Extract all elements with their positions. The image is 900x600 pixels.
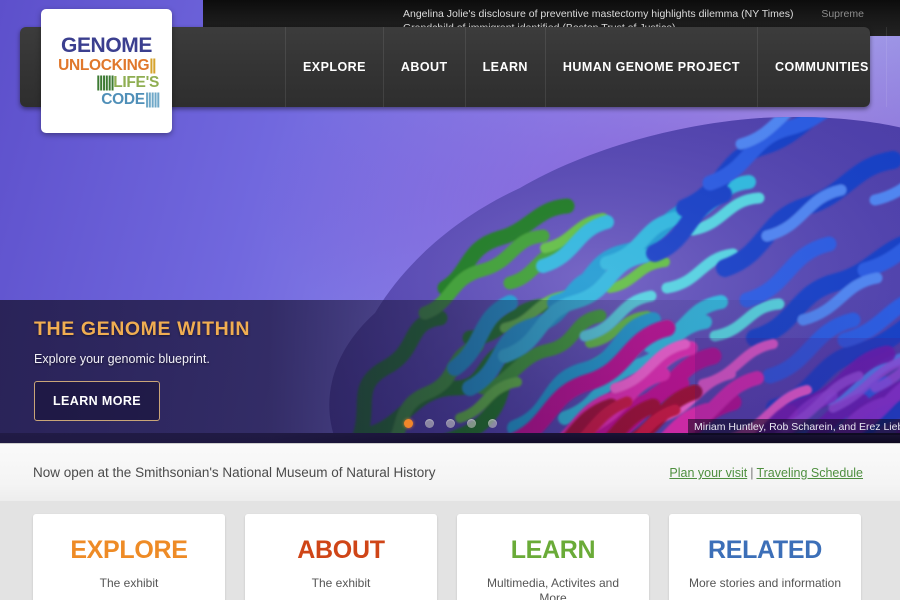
info-bar-links: Plan your visit | Traveling Schedule [669,466,863,480]
card-explore-title: EXPLORE [70,536,188,564]
page-root: THE GENOME WITHIN Explore your genomic b… [0,0,900,600]
card-related[interactable]: RELATED More stories and information [669,514,861,600]
card-learn[interactable]: LEARN Multimedia, Activites and More [457,514,649,600]
nav-item-explore[interactable]: EXPLORE [285,27,383,107]
carousel-dot-2[interactable] [424,419,434,428]
site-logo[interactable]: GENOME UNLOCKING|| ||||||LIFE'S CODE||||… [41,9,172,133]
nav-item-communities[interactable]: COMMUNITIES [756,27,886,107]
nav-item-about[interactable]: ABOUT [382,27,465,107]
nav-item-human-genome-project[interactable]: HUMAN GENOME PROJECT [544,27,757,107]
logo-bars-left-1: |||||| [96,74,115,91]
logo-line-unlocking: UNLOCKING|| [54,57,159,74]
logo-bars-right-2: ||||| [144,91,161,108]
traveling-schedule-link[interactable]: Traveling Schedule [756,466,863,480]
card-explore-subtitle: The exhibit [99,576,159,590]
logo-line-lifes: ||||||LIFE'S [54,74,159,91]
section-cards: EXPLORE The exhibit ABOUT The exhibit LE… [0,501,900,600]
image-credit: Miriam Huntley, Rob Scharein, and Erez L… [688,419,900,435]
card-learn-title: LEARN [510,536,596,564]
logo-line-code: CODE||||| [54,91,161,108]
card-related-subtitle: More stories and information [688,576,842,590]
logo-line-genome: GENOME [61,34,152,57]
carousel-dot-3[interactable] [445,419,455,428]
ticker-headline-1-next[interactable]: Supreme [821,8,864,20]
card-related-title: RELATED [707,536,823,564]
carousel-dot-4[interactable] [466,419,476,428]
search-button[interactable] [885,27,900,107]
logo-text-code: CODE [101,91,145,108]
ticker-line-1[interactable]: Angelina Jolie's disclosure of preventiv… [403,7,864,21]
now-open-text: Now open at the Smithsonian's National M… [33,465,436,480]
learn-more-button[interactable]: LEARN MORE [34,381,161,421]
ticker-headline-1[interactable]: Angelina Jolie's disclosure of preventiv… [403,8,793,20]
card-about[interactable]: ABOUT The exhibit [245,514,437,600]
carousel-dot-5[interactable] [487,419,497,428]
card-explore[interactable]: EXPLORE The exhibit [33,514,225,600]
carousel-dot-1[interactable] [403,419,413,428]
hero-title: THE GENOME WITHIN [34,318,251,340]
hero-subtitle: Explore your genomic blueprint. [34,352,210,366]
card-about-title: ABOUT [297,536,385,564]
card-learn-subtitle: Multimedia, Activites and More [486,576,620,600]
logo-text-unlocking: UNLOCKING [58,57,150,74]
info-bar: Now open at the Smithsonian's National M… [0,443,900,501]
logo-bars-right-1: || [149,57,156,74]
plan-your-visit-link[interactable]: Plan your visit [669,466,747,480]
nav-item-learn[interactable]: LEARN [464,27,545,107]
card-about-subtitle: The exhibit [311,576,371,590]
logo-text-lifes: LIFE'S [113,74,159,91]
